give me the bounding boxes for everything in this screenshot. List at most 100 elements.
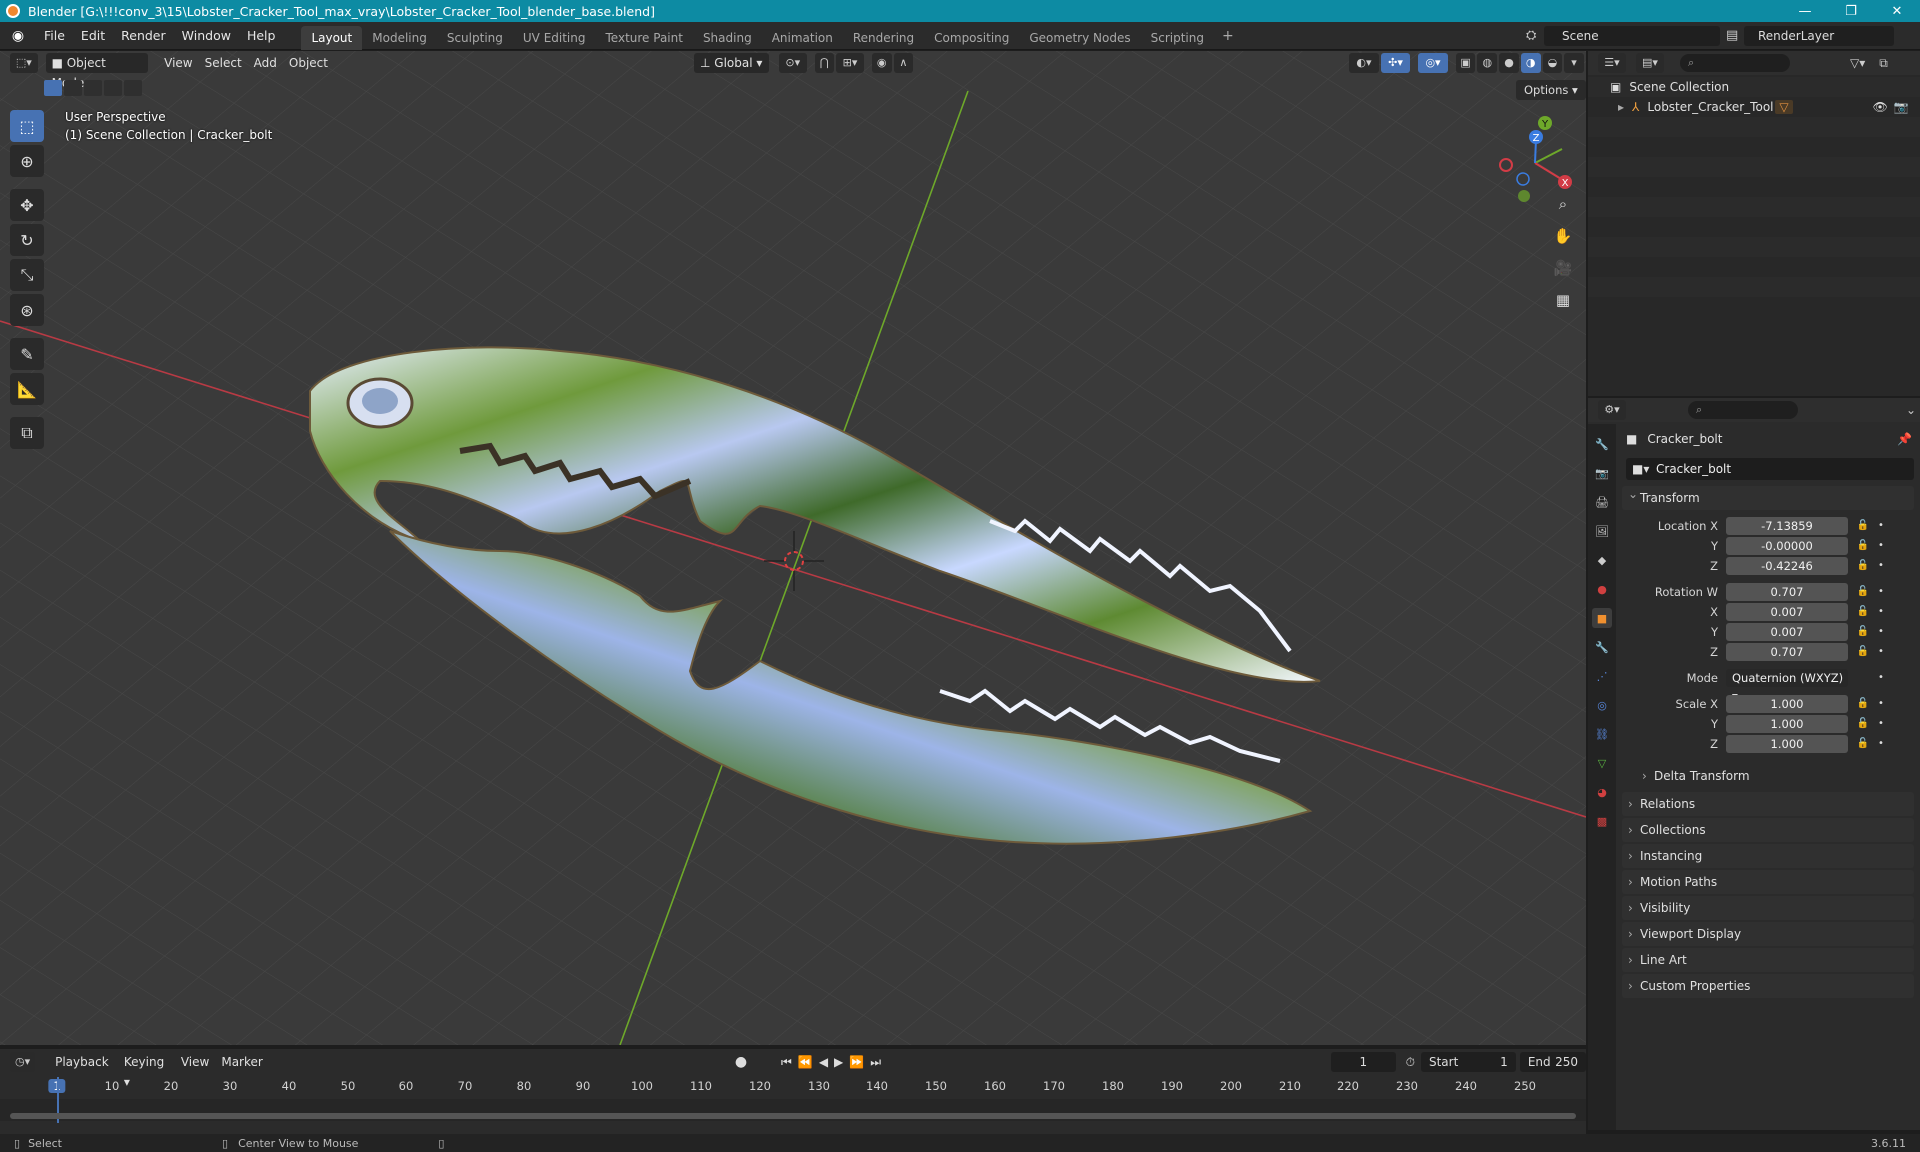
menu-edit[interactable]: Edit bbox=[73, 22, 113, 50]
properties-search-field[interactable]: ⌕ bbox=[1688, 401, 1798, 419]
transform-tool-icon[interactable]: ⊛ bbox=[10, 294, 44, 326]
xray-toggle-icon[interactable]: ▣ bbox=[1455, 53, 1476, 73]
lock-icon[interactable]: 🔓 bbox=[1856, 697, 1870, 711]
blender-menu-icon[interactable]: ◉ bbox=[10, 28, 26, 44]
modifier-tab-icon[interactable]: 🔧 bbox=[1592, 637, 1612, 657]
rotation-x-field[interactable]: 0.007 bbox=[1726, 603, 1848, 621]
tab-animation[interactable]: Animation bbox=[762, 26, 843, 50]
location-x-field[interactable]: -7.13859 bbox=[1726, 517, 1848, 535]
timeline-track[interactable] bbox=[0, 1077, 1586, 1123]
object-tab-icon[interactable]: ■ bbox=[1592, 608, 1612, 628]
maximize-button[interactable]: ❐ bbox=[1828, 0, 1874, 22]
location-z-field[interactable]: -0.42246 bbox=[1726, 557, 1848, 575]
camera-view-icon[interactable]: 🎥 bbox=[1550, 256, 1576, 280]
object-name-field[interactable]: ■▾ Cracker_bolt bbox=[1626, 458, 1914, 480]
properties-options-icon[interactable]: ⌄ bbox=[1906, 403, 1916, 417]
tab-texture-paint[interactable]: Texture Paint bbox=[596, 26, 693, 50]
timeline-editor-icon[interactable]: ◷▾ bbox=[10, 1052, 36, 1072]
scene-icon[interactable]: ⛭ bbox=[1526, 28, 1536, 43]
pin-icon[interactable]: 📌 bbox=[1897, 432, 1912, 446]
current-frame-field[interactable]: 1 bbox=[1331, 1052, 1396, 1072]
view-layer-icon[interactable]: ▤ bbox=[1726, 28, 1738, 43]
proportional-edit-icon[interactable]: ◉ bbox=[871, 53, 892, 73]
visibility-eye-icon[interactable]: 👁 bbox=[1873, 100, 1888, 114]
location-y-field[interactable]: -0.00000 bbox=[1726, 537, 1848, 555]
shading-options-icon[interactable]: ▾ bbox=[1564, 53, 1584, 73]
timeline-menu-keying[interactable]: Keying ▾ bbox=[118, 1052, 175, 1089]
display-mode-icon[interactable]: ▤▾ bbox=[1636, 53, 1664, 73]
timeline-menu-marker[interactable]: Marker bbox=[215, 1052, 268, 1072]
auto-keying-icon[interactable]: ⏱ bbox=[1406, 1055, 1415, 1070]
annotate-tool-icon[interactable]: ✎ bbox=[10, 338, 44, 370]
solid-shading-icon[interactable]: ● bbox=[1499, 53, 1519, 73]
transform-panel-header[interactable]: Transform bbox=[1622, 482, 1914, 510]
world-tab-icon[interactable]: ● bbox=[1592, 579, 1612, 599]
rotate-tool-icon[interactable]: ↻ bbox=[10, 224, 44, 256]
select-box-tool-icon[interactable]: ⬚ bbox=[10, 110, 44, 142]
constraints-tab-icon[interactable]: ⛓ bbox=[1592, 724, 1612, 744]
custom-properties-panel-header[interactable]: Custom Properties bbox=[1622, 974, 1914, 998]
pivot-icon[interactable]: ⊙▾ bbox=[779, 53, 807, 73]
rendered-shading-icon[interactable]: ◒ bbox=[1542, 53, 1563, 73]
keyframe-dot-icon[interactable]: • bbox=[1876, 541, 1886, 551]
keyframe-dot-icon[interactable]: • bbox=[1876, 673, 1886, 683]
visibility-panel-header[interactable]: Visibility bbox=[1622, 896, 1914, 920]
frame-ruler[interactable]: 1 10 20 30 40 50 60 70 80 90 100 110 120… bbox=[0, 1077, 1586, 1097]
viewport-menu-object[interactable]: Object bbox=[283, 53, 334, 73]
tab-sculpting[interactable]: Sculpting bbox=[437, 26, 513, 50]
move-tool-icon[interactable]: ✥ bbox=[10, 189, 44, 221]
scale-y-field[interactable]: 1.000 bbox=[1726, 715, 1848, 733]
select-subtract-icon[interactable] bbox=[84, 80, 102, 96]
keyframe-dot-icon[interactable]: • bbox=[1876, 587, 1886, 597]
measure-tool-icon[interactable]: 📐 bbox=[10, 373, 44, 405]
pan-hand-icon[interactable]: ✋ bbox=[1550, 224, 1576, 248]
select-intersect-icon[interactable] bbox=[124, 80, 142, 96]
scale-tool-icon[interactable]: ⤡ bbox=[10, 259, 44, 291]
outliner-search-field[interactable]: ⌕ bbox=[1680, 54, 1790, 72]
keyframe-dot-icon[interactable]: • bbox=[1876, 699, 1886, 709]
cursor-tool-icon[interactable]: ⊕ bbox=[10, 145, 44, 177]
lock-icon[interactable]: 🔓 bbox=[1856, 717, 1870, 731]
line-art-panel-header[interactable]: Line Art bbox=[1622, 948, 1914, 972]
particles-tab-icon[interactable]: ⋰ bbox=[1592, 666, 1612, 686]
zoom-icon[interactable]: ⌕ bbox=[1550, 192, 1576, 216]
material-shading-icon[interactable]: ◑ bbox=[1520, 53, 1541, 73]
visibility-selector-icon[interactable]: ◐▾ bbox=[1349, 53, 1379, 73]
scene-selector[interactable]: Scene bbox=[1544, 26, 1720, 46]
lock-icon[interactable]: 🔓 bbox=[1856, 585, 1870, 599]
delta-transform-header[interactable]: Delta Transform bbox=[1636, 764, 1914, 788]
jump-end-icon[interactable]: ⏭ bbox=[870, 1055, 881, 1070]
tab-layout[interactable]: Layout bbox=[301, 25, 363, 50]
scale-x-field[interactable]: 1.000 bbox=[1726, 695, 1848, 713]
viewport-menu-select[interactable]: Select bbox=[199, 53, 248, 73]
keyframe-dot-icon[interactable]: • bbox=[1876, 647, 1886, 657]
rotation-w-field[interactable]: 0.707 bbox=[1726, 583, 1848, 601]
ortho-toggle-icon[interactable]: ▦ bbox=[1550, 288, 1576, 312]
tab-compositing[interactable]: Compositing bbox=[924, 26, 1019, 50]
motion-paths-panel-header[interactable]: Motion Paths bbox=[1622, 870, 1914, 894]
menu-window[interactable]: Window bbox=[174, 22, 239, 50]
transform-orientation-selector[interactable]: ⊥ Global ▾ bbox=[693, 53, 769, 73]
3d-viewport[interactable]: Y Z X bbox=[0, 51, 1586, 1045]
falloff-icon[interactable]: ∧ bbox=[893, 53, 914, 73]
timeline-scrollbar[interactable] bbox=[10, 1113, 1576, 1119]
tab-uv-editing[interactable]: UV Editing bbox=[513, 26, 596, 50]
next-keyframe-icon[interactable]: ⏩ bbox=[849, 1055, 864, 1069]
tool-tab-icon[interactable]: 🔧 bbox=[1592, 434, 1612, 454]
viewport-menu-add[interactable]: Add bbox=[248, 53, 283, 73]
outliner-editor-icon[interactable]: ☰▾ bbox=[1598, 53, 1626, 73]
start-frame-field[interactable]: Start 1 bbox=[1420, 1052, 1516, 1072]
lock-icon[interactable]: 🔓 bbox=[1856, 539, 1870, 553]
lock-icon[interactable]: 🔓 bbox=[1856, 625, 1870, 639]
play-icon[interactable]: ▶ bbox=[834, 1055, 843, 1069]
menu-file[interactable]: File bbox=[36, 22, 73, 50]
close-button[interactable]: ✕ bbox=[1874, 0, 1920, 22]
render-camera-icon[interactable]: 📷 bbox=[1894, 100, 1909, 114]
wireframe-shading-icon[interactable]: ◍ bbox=[1477, 53, 1498, 73]
editor-type-icon[interactable]: ⬚▾ bbox=[10, 53, 38, 73]
keyframe-dot-icon[interactable]: • bbox=[1876, 561, 1886, 571]
lock-icon[interactable]: 🔓 bbox=[1856, 519, 1870, 533]
select-new-icon[interactable] bbox=[44, 80, 62, 96]
add-cube-tool-icon[interactable]: ⧉ bbox=[10, 417, 44, 449]
tab-rendering[interactable]: Rendering bbox=[843, 26, 924, 50]
